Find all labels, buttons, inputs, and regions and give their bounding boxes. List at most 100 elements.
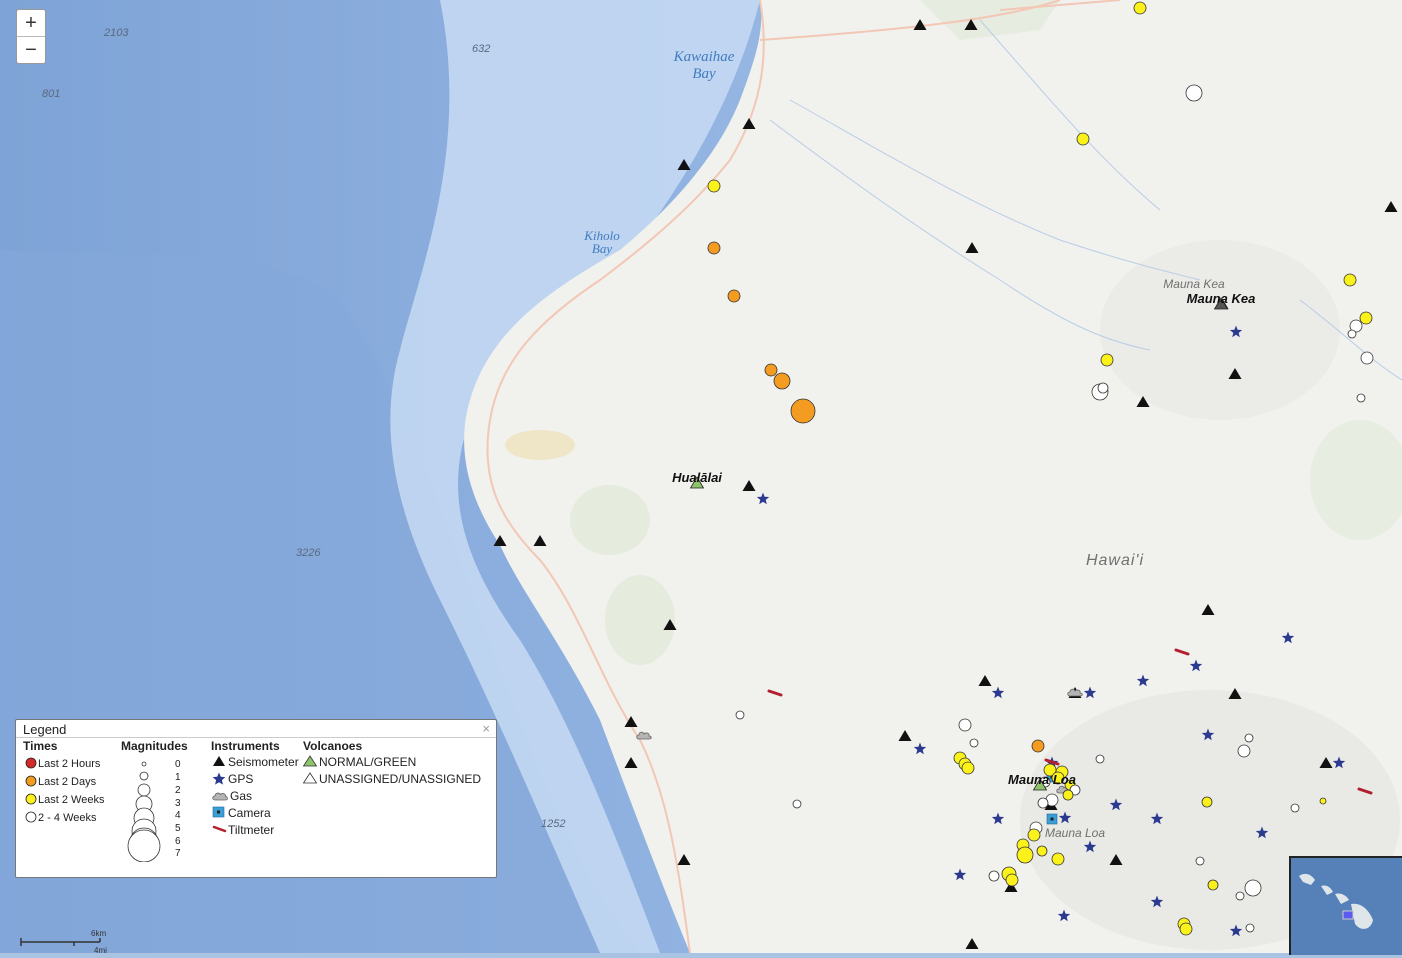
legend-magnitudes-header: Magnitudes [121,739,188,753]
depth-label: 632 [472,43,490,55]
earthquake-marker[interactable] [1133,1,1147,15]
overview-minimap[interactable] [1289,856,1402,955]
earthquake-marker[interactable] [1201,796,1213,808]
legend-time-label: 2 - 4 Weeks [38,812,97,824]
legend-instrument-label: Camera [228,806,271,820]
earthquake-marker[interactable] [958,718,972,732]
legend-instrument-item: Gas [212,789,252,803]
earthquake-marker[interactable] [790,398,816,424]
legend-volcano-item: UNASSIGNED/UNASSIGNED [302,772,482,786]
magnitude-label: 5 [175,823,181,834]
legend-close-button[interactable]: × [482,721,490,736]
earthquake-marker[interactable] [735,710,745,720]
depth-label: 801 [42,88,60,100]
earthquake-marker[interactable] [727,289,741,303]
earthquake-marker[interactable] [1100,353,1114,367]
minimap-graphic [1291,858,1402,955]
mauna-kea-slope [1100,240,1340,420]
legend-time-item: 2 - 4 Weeks [24,811,97,824]
legend-instrument-item: GPS [212,772,253,786]
earthquake-marker[interactable] [1179,922,1193,936]
legend-volcano-label: UNASSIGNED/UNASSIGNED [319,772,482,786]
bay-label: Kawaihae [673,49,735,65]
earthquake-marker[interactable] [1244,733,1254,743]
camera-lens[interactable] [1050,817,1054,821]
earthquake-marker[interactable] [1037,797,1049,809]
magnitude-label: 1 [175,772,181,783]
legend-instrument-label: Tiltmeter [228,823,275,837]
gps-star-icon [212,772,226,785]
earthquake-marker[interactable] [1005,873,1019,887]
camera-icon [212,806,225,818]
earthquake-marker[interactable] [764,363,778,377]
volcano-green-icon [302,755,318,767]
earthquake-marker[interactable] [1051,852,1065,866]
volcano-label[interactable]: Mauna Kea [1187,291,1256,306]
earthquake-marker[interactable] [1027,828,1041,842]
legend-volcanoes-header: Volcanoes [303,739,363,753]
legend-time-label: Last 2 Days [38,776,97,788]
earthquake-marker[interactable] [792,799,802,809]
earthquake-marker[interactable] [969,738,979,748]
legend-time-item: Last 2 Weeks [24,793,104,806]
earthquake-marker[interactable] [1360,351,1374,365]
legend-volcano-item: NORMAL/GREEN [302,755,417,769]
peak-label: Mauna Loa [1045,826,1105,840]
earthquake-marker[interactable] [1097,382,1109,394]
magnitude-label: 4 [175,810,181,821]
legend-instrument-label: GPS [228,772,254,786]
legend-divider [16,737,496,738]
earthquake-marker[interactable] [1237,744,1251,758]
earthquake-marker[interactable] [1235,891,1245,901]
legend-time-item: Last 2 Hours [24,757,100,770]
legend-times-header: Times [23,739,58,753]
earthquake-marker[interactable] [988,870,1000,882]
zoom-out-button[interactable]: − [17,36,45,63]
depth-label: 3226 [296,547,321,559]
magnitude-circles [127,761,161,862]
earthquake-marker[interactable] [1347,329,1357,339]
earthquake-marker[interactable] [1207,879,1219,891]
earthquake-marker[interactable] [1245,923,1255,933]
magnitude-label: 2 [175,785,181,796]
earthquake-marker[interactable] [1356,393,1366,403]
volcano-label[interactable]: Hualālai [672,470,722,485]
zoom-in-button[interactable]: + [17,10,45,36]
earthquake-marker[interactable] [1290,803,1300,813]
earthquake-marker[interactable] [1319,797,1327,805]
earthquake-marker[interactable] [1185,84,1203,102]
earthquake-marker[interactable] [1036,845,1048,857]
magnitude-label: 7 [175,848,181,859]
earthquake-marker[interactable] [1076,132,1090,146]
legend-instrument-item: Camera [212,806,271,820]
legend-volcano-label: NORMAL/GREEN [319,755,417,769]
earthquake-marker[interactable] [1031,739,1045,753]
zoom-control: + − [16,9,46,64]
vegetation-patch [570,485,650,555]
earthquake-marker[interactable] [1016,846,1034,864]
earthquake-marker[interactable] [1095,754,1105,764]
legend-panel: Legend × Times Last 2 Hours Last 2 Days … [15,719,497,878]
earthquake-marker[interactable] [961,761,975,775]
volcano-unassigned-icon [302,772,318,784]
legend-time-label: Last 2 Hours [38,758,101,770]
volcano-label[interactable]: Mauna Loa [1008,772,1076,787]
legend-time-item: Last 2 Days [24,775,96,788]
legend-instrument-item: Seismometer [212,755,299,769]
earthquake-marker[interactable] [707,179,721,193]
earthquake-marker[interactable] [1244,879,1262,897]
earthquake-marker[interactable] [1062,789,1074,801]
magnitude-label: 3 [175,798,181,809]
earthquake-marker[interactable] [1195,856,1205,866]
earthquake-marker[interactable] [707,241,721,255]
magnitude-label: 6 [175,836,181,847]
earthquake-marker[interactable] [773,372,791,390]
vegetation-patch [505,430,575,460]
legend-time-label: Last 2 Weeks [38,794,105,806]
legend-title: Legend [23,722,67,737]
magnitude-label: 0 [175,759,181,770]
minimap-viewport-box[interactable] [1342,910,1354,920]
earthquake-marker[interactable] [1343,273,1357,287]
gas-cloud-icon [212,792,228,801]
earthquake-marker[interactable] [1359,311,1373,325]
